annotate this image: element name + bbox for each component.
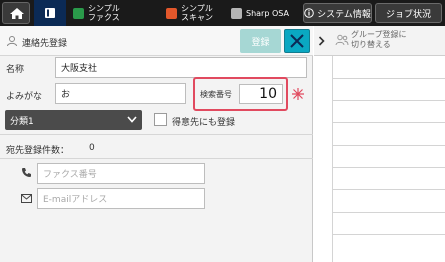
email-field[interactable]: E-mailアドレス	[37, 188, 205, 209]
chevron-right-icon	[318, 36, 325, 46]
list-divider	[332, 212, 445, 213]
contact-icon	[7, 36, 17, 47]
count-label: 宛先登録件数：	[6, 146, 70, 156]
system-info-label: システム情報	[317, 9, 371, 20]
list-divider	[332, 78, 445, 79]
name-value: 大阪支社	[61, 64, 98, 74]
tab-simple-scan-label: シンプル スキャン	[181, 4, 213, 22]
search-number-value: 10	[259, 86, 277, 102]
fax-icon	[73, 7, 84, 19]
list-divider	[332, 100, 445, 101]
search-number-group: 検索番号 10	[193, 77, 288, 111]
yomi-field[interactable]: お	[55, 83, 186, 104]
register-label: 登録	[251, 37, 270, 48]
email-placeholder: E-mailアドレス	[43, 195, 108, 205]
group-switch-button[interactable]: グループ登録に 切り替える	[314, 26, 445, 56]
count-value: 0	[89, 143, 95, 153]
category-value: 分類1	[10, 116, 34, 127]
home-button[interactable]	[2, 2, 30, 24]
tab-sharp-osa[interactable]: Sharp OSA	[231, 0, 299, 26]
tab-sharp-osa-label: Sharp OSA	[246, 8, 289, 18]
yomi-value: お	[61, 90, 71, 100]
name-label: 名称	[6, 65, 25, 75]
address-book-icon	[45, 8, 55, 18]
mail-icon	[21, 194, 32, 203]
form-title: 連絡先登録	[22, 39, 68, 49]
name-field[interactable]: 大阪支社	[55, 57, 307, 78]
top-bar: シンプル ファクス シンプル スキャン Sharp OSA システム情報 ジョブ…	[0, 0, 445, 26]
register-button[interactable]: 登録	[240, 29, 281, 53]
category-select[interactable]: 分類1	[5, 110, 142, 130]
list-divider	[332, 122, 445, 123]
divider	[0, 134, 313, 135]
fax-placeholder: ファクス番号	[43, 170, 97, 180]
info-icon	[304, 8, 314, 18]
tab-address-book[interactable]	[34, 0, 66, 26]
list-divider	[332, 189, 445, 190]
required-mark-icon	[292, 88, 304, 100]
divider	[0, 158, 313, 159]
phone-icon	[22, 168, 31, 177]
close-button[interactable]	[284, 29, 310, 53]
group-icon	[335, 34, 349, 46]
list-divider	[332, 145, 445, 146]
search-number-label: 検索番号	[200, 90, 232, 99]
close-icon	[290, 34, 304, 48]
chevron-down-icon	[127, 116, 137, 123]
tab-simple-scan[interactable]: シンプル スキャン	[166, 0, 226, 26]
search-number-field[interactable]: 10	[239, 84, 283, 104]
fax-number-field[interactable]: ファクス番号	[37, 163, 205, 184]
tab-simple-fax-label: シンプル ファクス	[88, 4, 120, 22]
job-status-label: ジョブ状況	[385, 9, 431, 20]
group-side-panel: グループ登録に 切り替える	[314, 26, 445, 262]
home-icon	[10, 8, 24, 19]
scan-icon	[166, 7, 177, 19]
yomi-label: よみがな	[6, 92, 43, 102]
job-status-button[interactable]: ジョブ状況	[375, 3, 442, 23]
tab-simple-fax[interactable]: シンプル ファクス	[73, 0, 158, 26]
contact-form-panel: 連絡先登録 登録 名称 大阪支社 よみがな お 検索番号 10 分類1 得意先に…	[0, 26, 313, 262]
group-switch-label: グループ登録に 切り替える	[351, 30, 407, 49]
form-header: 連絡先登録 登録	[0, 26, 313, 56]
list-divider	[332, 234, 445, 235]
divider	[332, 56, 333, 262]
list-divider	[332, 167, 445, 168]
osa-icon	[231, 7, 242, 19]
system-info-button[interactable]: システム情報	[303, 3, 372, 23]
favorite-checkbox[interactable]	[154, 113, 167, 126]
favorite-label: 得意先にも登録	[172, 118, 236, 128]
